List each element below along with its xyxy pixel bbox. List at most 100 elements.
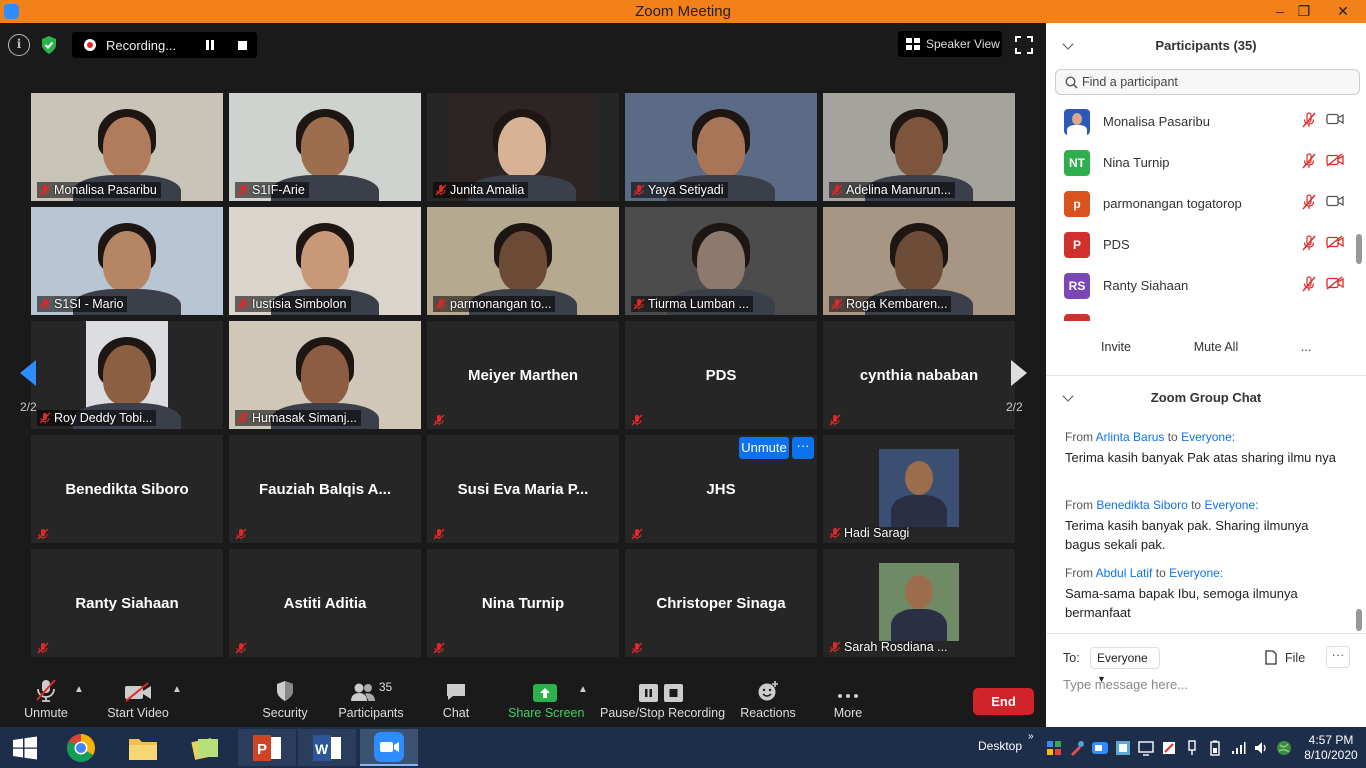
- video-off-icon[interactable]: [1326, 235, 1344, 249]
- taskbar-sticky-notes[interactable]: [176, 729, 234, 766]
- video-tile[interactable]: Monalisa Pasaribu: [31, 93, 223, 201]
- chat-message-input[interactable]: Type message here...: [1063, 677, 1188, 692]
- video-tile[interactable]: Astiti Aditia: [229, 549, 421, 657]
- video-options-caret-icon[interactable]: ▲: [172, 684, 182, 695]
- tray-security-icon[interactable]: [1161, 740, 1177, 756]
- tray-usb-icon[interactable]: [1184, 740, 1200, 756]
- video-tile[interactable]: Christoper Sinaga: [625, 549, 817, 657]
- share-options-caret-icon[interactable]: ▲: [578, 684, 588, 695]
- participants-button[interactable]: 35 Participants: [336, 678, 406, 720]
- reactions-button[interactable]: Reactions: [740, 678, 796, 720]
- video-tile[interactable]: Fauziah Balqis A...: [229, 435, 421, 543]
- unmute-button[interactable]: Unmute: [20, 678, 72, 720]
- desktop-toolbar-label[interactable]: Desktop: [978, 739, 1022, 753]
- close-button[interactable]: ✕: [1326, 0, 1360, 23]
- participants-more-button[interactable]: ...: [1294, 335, 1318, 361]
- pause-recording-icon[interactable]: [206, 40, 215, 50]
- tray-network-icon[interactable]: [1115, 740, 1131, 756]
- end-meeting-button[interactable]: End: [973, 688, 1034, 715]
- taskbar-zoom[interactable]: [360, 729, 418, 766]
- video-tile[interactable]: Yaya Setiyadi: [625, 93, 817, 201]
- video-tile[interactable]: Susi Eva Maria P...: [427, 435, 619, 543]
- muted-mic-icon[interactable]: [1302, 112, 1316, 128]
- chat-recipient[interactable]: Everyone:: [1204, 498, 1258, 512]
- participant-row-partial[interactable]: [1064, 314, 1090, 321]
- video-icon[interactable]: [1326, 194, 1344, 208]
- tile-more-button[interactable]: ···: [792, 437, 814, 459]
- chat-scrollbar[interactable]: [1356, 609, 1362, 631]
- video-tile[interactable]: cynthia nababan: [823, 321, 1015, 429]
- meeting-info-icon[interactable]: i: [8, 34, 30, 56]
- video-tile[interactable]: Hadi Saragi: [823, 435, 1015, 543]
- share-screen-button[interactable]: Share Screen: [508, 678, 584, 720]
- muted-mic-icon[interactable]: [1302, 235, 1316, 251]
- video-tile[interactable]: Meiyer Marthen: [427, 321, 619, 429]
- invite-button[interactable]: Invite: [1092, 335, 1140, 361]
- video-tile[interactable]: Sarah Rosdiana ...: [823, 549, 1015, 657]
- chat-more-button[interactable]: ···: [1326, 646, 1350, 668]
- security-button[interactable]: Security: [260, 678, 310, 720]
- restore-button[interactable]: ❐: [1287, 0, 1321, 23]
- tile-unmute-button[interactable]: Unmute: [739, 437, 789, 459]
- tray-display-icon[interactable]: [1138, 740, 1154, 756]
- tray-app-icon[interactable]: [1046, 740, 1062, 756]
- tray-volume-icon[interactable]: [1253, 740, 1269, 756]
- start-button[interactable]: [0, 729, 50, 766]
- taskbar-file-explorer[interactable]: [114, 729, 172, 766]
- fullscreen-icon[interactable]: [1015, 36, 1033, 54]
- video-icon[interactable]: [1326, 112, 1344, 126]
- muted-mic-icon[interactable]: [1302, 153, 1316, 169]
- chat-recipient[interactable]: Everyone:: [1169, 566, 1223, 580]
- participant-row[interactable]: P PDS: [1046, 224, 1356, 265]
- video-tile[interactable]: Roy Deddy Tobi...: [31, 321, 223, 429]
- tray-language-globe-icon[interactable]: [1276, 740, 1292, 756]
- tray-zoom-icon[interactable]: [1092, 740, 1108, 756]
- muted-mic-icon[interactable]: [1302, 194, 1316, 210]
- taskbar-clock[interactable]: 4:57 PM 8/10/2020: [1296, 733, 1366, 763]
- tray-tool-icon[interactable]: [1069, 740, 1085, 756]
- encryption-shield-icon[interactable]: [38, 34, 60, 56]
- chat-sender[interactable]: Benedikta Siboro: [1096, 498, 1187, 512]
- start-video-button[interactable]: Start Video: [104, 678, 172, 720]
- video-tile[interactable]: S1IF-Arie: [229, 93, 421, 201]
- video-off-icon[interactable]: [1326, 153, 1344, 167]
- video-tile[interactable]: Benedikta Siboro: [31, 435, 223, 543]
- send-file-button[interactable]: File: [1265, 650, 1305, 665]
- muted-mic-icon[interactable]: [1302, 276, 1316, 292]
- video-tile[interactable]: parmonangan to...: [427, 207, 619, 315]
- video-tile[interactable]: Junita Amalia: [427, 93, 619, 201]
- video-tile[interactable]: S1SI - Mario: [31, 207, 223, 315]
- chat-sender[interactable]: Arlinta Barus: [1096, 430, 1165, 444]
- video-off-icon[interactable]: [1326, 276, 1344, 290]
- video-tile[interactable]: Humasak Simanj...: [229, 321, 421, 429]
- tray-battery-icon[interactable]: [1207, 740, 1223, 756]
- video-tile[interactable]: Adelina Manurun...: [823, 93, 1015, 201]
- video-tile[interactable]: Iustisia Simbolon: [229, 207, 421, 315]
- participant-row[interactable]: p parmonangan togatorop: [1046, 183, 1356, 224]
- video-tile[interactable]: Tiurma Lumban ...: [625, 207, 817, 315]
- video-tile[interactable]: PDS: [625, 321, 817, 429]
- toolbar-expand-icon[interactable]: »: [1028, 731, 1034, 742]
- participant-list-scrollbar[interactable]: [1356, 234, 1362, 264]
- taskbar-word[interactable]: W: [298, 729, 356, 766]
- chat-recipient[interactable]: Everyone:: [1181, 430, 1235, 444]
- taskbar-powerpoint[interactable]: P: [238, 729, 296, 766]
- speaker-view-button[interactable]: Speaker View: [898, 31, 1002, 57]
- chat-recipient-select[interactable]: Everyone ▼: [1090, 647, 1160, 684]
- participant-row[interactable]: NT Nina Turnip: [1046, 142, 1356, 183]
- video-tile[interactable]: Ranty Siahaan: [31, 549, 223, 657]
- participant-row[interactable]: Monalisa Pasaribu: [1046, 101, 1356, 142]
- taskbar-chrome[interactable]: [52, 729, 110, 766]
- video-tile[interactable]: Nina Turnip: [427, 549, 619, 657]
- participant-search-input[interactable]: Find a participant: [1055, 69, 1360, 95]
- chat-button[interactable]: Chat: [437, 678, 475, 720]
- chat-sender[interactable]: Abdul Latif: [1096, 566, 1153, 580]
- stop-recording-icon[interactable]: [238, 40, 248, 50]
- tray-wifi-icon[interactable]: [1230, 740, 1246, 756]
- next-page-button[interactable]: [1010, 359, 1028, 392]
- mute-all-button[interactable]: Mute All: [1184, 335, 1248, 361]
- pause-stop-recording-button[interactable]: Pause/Stop Recording: [600, 678, 725, 720]
- video-tile[interactable]: Roga Kembaren...: [823, 207, 1015, 315]
- more-button[interactable]: More: [830, 678, 866, 720]
- audio-options-caret-icon[interactable]: ▲: [74, 684, 84, 695]
